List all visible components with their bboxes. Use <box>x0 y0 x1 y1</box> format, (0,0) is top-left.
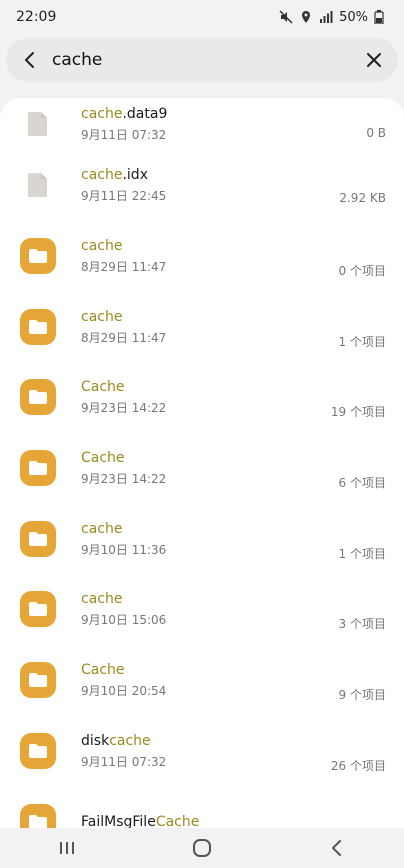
name-part: .data9 <box>122 106 168 122</box>
file-icon <box>18 104 58 144</box>
folder-icon <box>18 377 58 417</box>
item-size: 3 个项目 <box>338 617 386 632</box>
item-size: 1 个项目 <box>338 334 386 349</box>
folder-icon <box>18 802 58 828</box>
name-part: .idx <box>122 167 148 184</box>
item-date: 9月11日 07:32 <box>81 128 167 142</box>
status-time: 22:09 <box>16 9 57 25</box>
search-bar <box>6 38 398 82</box>
status-icons: 50% <box>279 10 388 25</box>
recents-icon[interactable] <box>47 828 87 868</box>
item-name: cache <box>81 236 404 256</box>
folder-row[interactable]: cache 8月29日 11:47 0 个项目 <box>0 221 404 292</box>
folder-icon <box>18 307 58 347</box>
search-input[interactable] <box>44 49 360 71</box>
folder-icon <box>18 236 58 276</box>
name-match-highlight: Cache <box>81 662 125 679</box>
folder-row[interactable]: FailMsgFileCache <box>0 786 404 828</box>
row-text: FailMsgFileCache <box>81 812 404 828</box>
item-name: Cache <box>81 448 404 468</box>
folder-row[interactable]: cache 8月29日 11:47 1 个项目 <box>0 291 404 362</box>
name-match-highlight: cache <box>81 520 123 537</box>
folder-row[interactable]: Cache 9月10日 20:54 9 个项目 <box>0 645 404 716</box>
search-header <box>0 34 404 90</box>
item-name: Cache <box>81 660 404 680</box>
item-name: cache.idx <box>81 165 404 185</box>
name-match-highlight: cache <box>109 732 151 749</box>
name-match-highlight: Cache <box>81 450 125 467</box>
name-match-highlight: Cache <box>81 379 125 396</box>
name-match-highlight: cache <box>81 308 123 325</box>
folder-icon <box>18 731 58 771</box>
item-name: cache <box>81 589 404 609</box>
item-size: 2.92 KB <box>339 191 386 206</box>
folder-row[interactable]: cache 9月10日 11:36 1 个项目 <box>0 503 404 574</box>
results-list: cache.data9 9月11日 07:32 0 Bcache.idx 9月11日 … <box>0 98 404 828</box>
item-size: 19 个项目 <box>330 405 386 420</box>
folder-icon <box>18 448 58 488</box>
item-size: 9 个项目 <box>338 688 386 703</box>
folder-icon <box>18 519 58 559</box>
signal-icon <box>319 10 333 24</box>
item-name: cache <box>81 519 404 539</box>
status-bar: 22:09 50% <box>0 0 404 34</box>
file-icon <box>18 165 58 205</box>
item-name: diskcache <box>81 731 404 751</box>
nav-back-icon[interactable] <box>317 828 357 868</box>
name-part: disk <box>81 732 110 749</box>
folder-icon <box>18 589 58 629</box>
item-size: 26 个项目 <box>330 758 386 773</box>
file-row[interactable]: cache.data9 9月11日 07:32 0 B <box>0 98 404 150</box>
item-size: 0 个项目 <box>338 264 386 279</box>
item-size: 0 B <box>366 126 386 140</box>
item-name: Cache <box>81 377 404 397</box>
close-icon[interactable] <box>360 46 388 74</box>
item-name: FailMsgFileCache <box>81 812 404 828</box>
name-match-highlight: cache <box>81 167 123 184</box>
battery-percent: 50% <box>339 9 368 25</box>
back-arrow-icon[interactable] <box>16 46 44 74</box>
battery-icon <box>374 10 388 25</box>
folder-icon <box>18 660 58 700</box>
name-match-highlight: cache <box>81 238 123 255</box>
name-match-highlight: cache <box>81 591 123 608</box>
name-match-highlight: Cache <box>155 813 200 828</box>
row-text: cache.data9 9月11日 07:32 <box>81 104 404 144</box>
file-row[interactable]: cache.idx 9月11日 22:45 2.92 KB <box>0 150 404 221</box>
item-size: 1 个项目 <box>338 546 386 561</box>
item-name: cache.data9 <box>81 104 404 124</box>
folder-row[interactable]: cache 9月10日 15:06 3 个项目 <box>0 574 404 645</box>
name-part: FailMsgFile <box>81 813 156 828</box>
name-match-highlight: cache <box>81 106 123 122</box>
folder-row[interactable]: diskcache 9月11日 07:32 26 个项目 <box>0 716 404 787</box>
folder-row[interactable]: Cache 9月23日 14:22 19 个项目 <box>0 362 404 433</box>
home-icon[interactable] <box>182 828 222 868</box>
navigation-bar <box>0 828 404 868</box>
folder-row[interactable]: Cache 9月23日 14:22 6 个项目 <box>0 433 404 504</box>
location-icon <box>299 10 313 24</box>
item-name: cache <box>81 307 404 327</box>
mute-icon <box>279 10 293 24</box>
item-size: 6 个项目 <box>338 476 386 491</box>
